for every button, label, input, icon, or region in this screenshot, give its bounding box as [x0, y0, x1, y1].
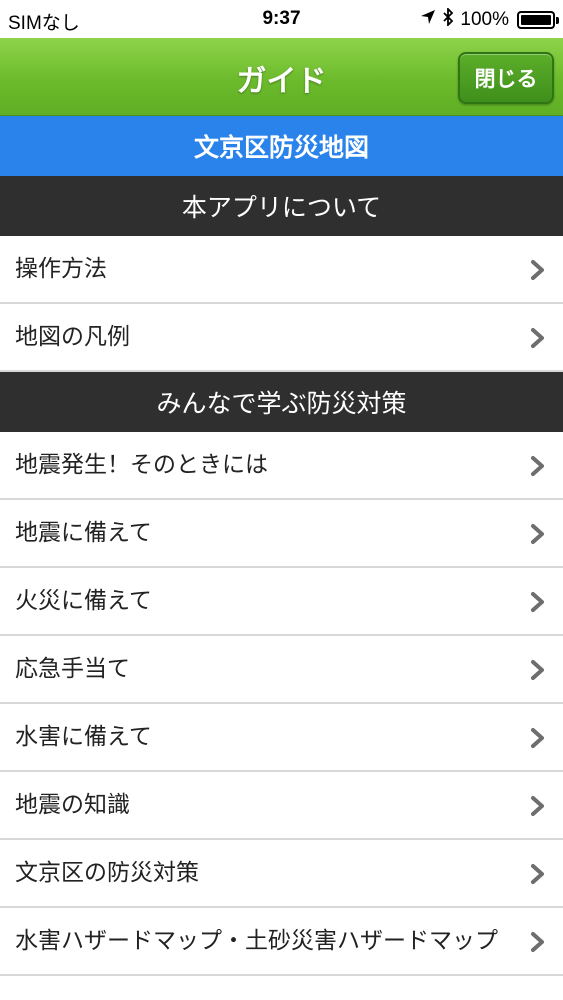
- list-item-first-aid[interactable]: 応急手当て: [0, 636, 563, 704]
- chevron-right-icon: [531, 728, 544, 748]
- chevron-right-icon: [531, 524, 544, 544]
- list-item-label: 火災に備えて: [15, 588, 152, 614]
- status-bar: SIMなし 9:37 100%: [0, 0, 563, 38]
- list-item-hazard-maps[interactable]: 水害ハザードマップ・土砂災害ハザードマップ: [0, 908, 563, 976]
- list-item-flood-prep[interactable]: 水害に備えて: [0, 704, 563, 772]
- list-item-earthquake-occurs[interactable]: 地震発生！そのときには: [0, 432, 563, 500]
- chevron-right-icon: [531, 932, 544, 952]
- chevron-right-icon: [531, 456, 544, 476]
- location-arrow-icon: [420, 9, 436, 30]
- list-item-label: 地震発生！そのときには: [15, 452, 268, 478]
- nav-bar: ガイド 閉じる: [0, 38, 563, 116]
- list-item-label: 水害ハザードマップ・土砂災害ハザードマップ: [15, 928, 498, 954]
- list-item-label: 地震に備えて: [15, 520, 152, 546]
- chevron-right-icon: [531, 660, 544, 680]
- chevron-right-icon: [531, 260, 544, 280]
- bluetooth-icon: [442, 6, 454, 31]
- section-header-about-app: 本アプリについて: [0, 176, 563, 236]
- list-item-earthquake-prep[interactable]: 地震に備えて: [0, 500, 563, 568]
- list-item-label: 操作方法: [15, 256, 107, 282]
- battery-percent: 100%: [460, 8, 509, 30]
- list-item-bunkyo-measures[interactable]: 文京区の防災対策: [0, 840, 563, 908]
- section-header-disaster-prevention: みんなで学ぶ防災対策: [0, 372, 563, 432]
- list-item-operation[interactable]: 操作方法: [0, 236, 563, 304]
- map-title-banner: 文京区防災地図: [0, 116, 563, 176]
- list-item-map-legend[interactable]: 地図の凡例: [0, 304, 563, 372]
- list-item-label: 地図の凡例: [15, 324, 130, 350]
- status-right: 100%: [420, 6, 559, 31]
- chevron-right-icon: [531, 796, 544, 816]
- close-button[interactable]: 閉じる: [458, 52, 554, 104]
- chevron-right-icon: [531, 864, 544, 884]
- chevron-right-icon: [531, 592, 544, 612]
- list-item-earthquake-knowledge[interactable]: 地震の知識: [0, 772, 563, 840]
- list-item-label: 応急手当て: [15, 656, 130, 682]
- list-item-label: 文京区の防災対策: [15, 860, 199, 886]
- list-item-fire-prep[interactable]: 火災に備えて: [0, 568, 563, 636]
- list-item-label: 水害に備えて: [15, 724, 152, 750]
- battery-icon: [517, 10, 559, 29]
- chevron-right-icon: [531, 328, 544, 348]
- list-item-label: 地震の知識: [15, 792, 130, 818]
